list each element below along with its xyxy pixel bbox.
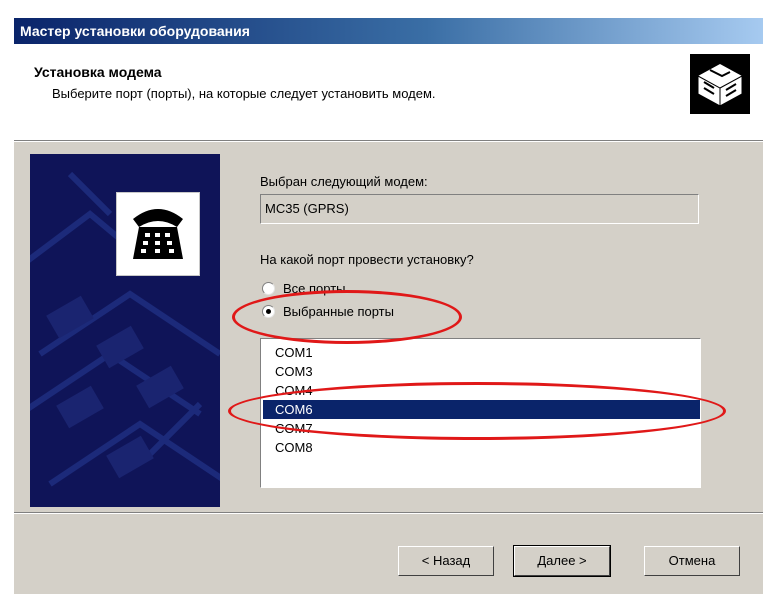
header-title: Установка модема (34, 64, 162, 80)
next-button[interactable]: Далее > (513, 545, 611, 577)
list-item-port[interactable]: COM8 (263, 438, 700, 457)
radio-all-ports-label: Все порты (283, 281, 346, 296)
ports-listbox[interactable]: COM1 COM3 COM4 COM6 COM7 COM8 (260, 338, 701, 488)
radio-selected-ports-label: Выбранные порты (283, 304, 394, 319)
hardware-wizard-window: Мастер установки оборудования Установка … (0, 0, 763, 594)
back-button[interactable]: < Назад (398, 546, 494, 576)
selected-modem-label: Выбран следующий модем: (260, 174, 428, 189)
list-item-port-selected[interactable]: COM6 (263, 400, 700, 419)
selected-modem-field: MC35 (GPRS) (260, 194, 699, 224)
radio-selected-ports[interactable]: Выбранные порты (262, 304, 394, 319)
list-item-port[interactable]: COM1 (263, 343, 700, 362)
hardware-icon (690, 54, 750, 114)
window-title: Мастер установки оборудования (14, 18, 763, 44)
telephone-icon (116, 192, 200, 276)
cancel-button[interactable]: Отмена (644, 546, 740, 576)
list-item-port[interactable]: COM3 (263, 362, 700, 381)
list-item-port[interactable]: COM4 (263, 381, 700, 400)
radio-all-ports-circle[interactable] (262, 282, 275, 295)
wizard-header: Установка модема Выберите порт (порты), … (14, 44, 763, 140)
wizard-footer: < Назад Далее > Отмена (14, 514, 763, 594)
radio-all-ports[interactable]: Все порты (262, 281, 346, 296)
radio-selected-ports-circle[interactable] (262, 305, 275, 318)
port-question-label: На какой порт провести установку? (260, 252, 474, 267)
header-subtitle: Выберите порт (порты), на которые следуе… (52, 86, 436, 101)
list-item-port[interactable]: COM7 (263, 419, 700, 438)
wizard-body: Выбран следующий модем: MC35 (GPRS) На к… (14, 142, 763, 512)
wizard-banner (30, 154, 220, 507)
